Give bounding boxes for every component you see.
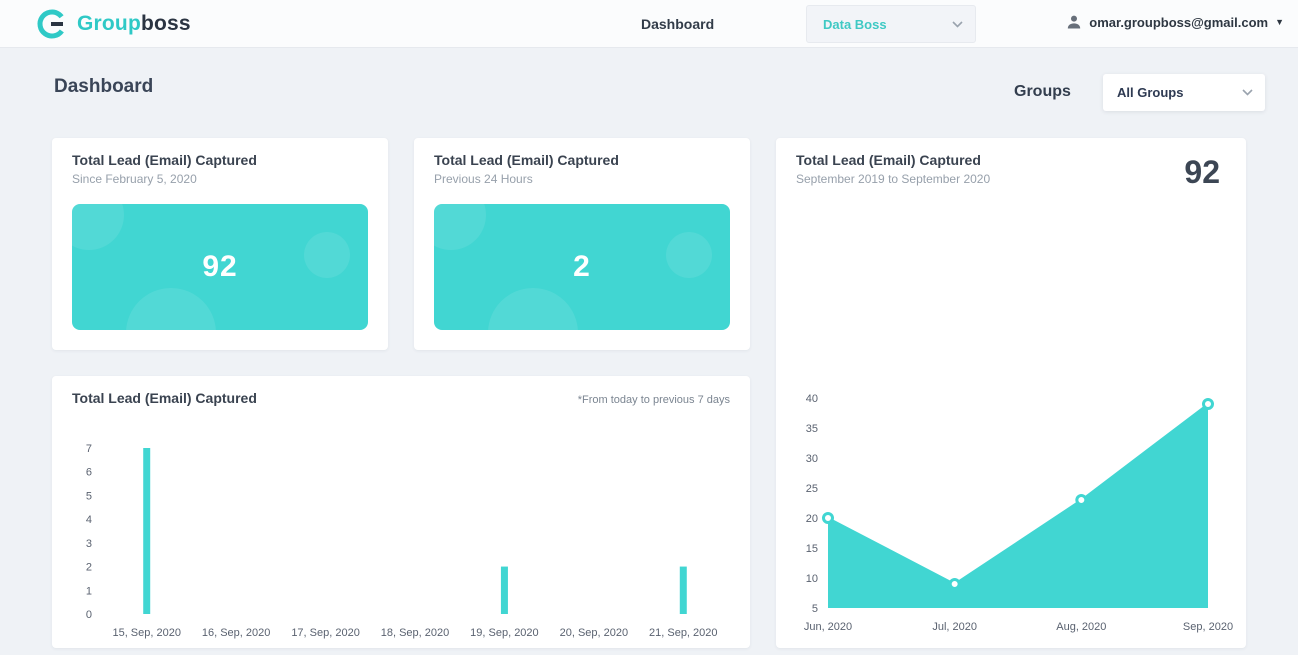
svg-text:1: 1: [86, 585, 92, 597]
svg-text:18, Sep, 2020: 18, Sep, 2020: [381, 627, 450, 639]
svg-text:5: 5: [86, 490, 92, 502]
decorative-circle: [126, 288, 216, 330]
svg-text:30: 30: [806, 453, 818, 465]
weekly-bar-chart: 0 1 2 3 4 5 6 7 15, Sep, 2020 16, Sep, 2020 17, Se…: [86, 443, 718, 639]
svg-text:15, Sep, 2020: 15, Sep, 2020: [112, 627, 181, 639]
svg-text:3: 3: [86, 538, 92, 550]
yearly-area-chart: 5 10 15 20 25 30 35 40 Jun, 2020 Jul, 2020 Aug, 20…: [804, 393, 1233, 633]
decorative-circle: [666, 232, 712, 278]
card-subtitle: September 2019 to September 2020: [796, 172, 991, 186]
svg-text:17, Sep, 2020: 17, Sep, 2020: [291, 627, 360, 639]
metric-box: 2: [434, 204, 730, 330]
svg-text:25: 25: [806, 483, 818, 495]
workspace-select[interactable]: Data Boss: [806, 5, 976, 43]
card-subtitle: Previous 24 Hours: [434, 172, 533, 186]
svg-text:Jul, 2020: Jul, 2020: [932, 621, 977, 633]
groups-select-value: All Groups: [1117, 85, 1184, 100]
svg-text:4: 4: [86, 514, 92, 526]
user-caret-icon: ▼: [1275, 17, 1284, 27]
chart-note: *From today to previous 7 days: [577, 394, 730, 406]
svg-text:40: 40: [806, 393, 818, 405]
person-icon: [1068, 15, 1081, 29]
groups-select[interactable]: All Groups: [1103, 74, 1265, 111]
svg-text:5: 5: [812, 603, 818, 615]
top-header: Groupboss Dashboard Data Boss omar.group…: [0, 0, 1298, 48]
svg-text:6: 6: [86, 467, 92, 479]
groupboss-logo-icon: [37, 9, 67, 39]
decorative-circle: [304, 232, 350, 278]
card-title: Total Lead (Email) Captured: [796, 152, 981, 168]
svg-text:20: 20: [806, 513, 818, 525]
yearly-total-value: 92: [1184, 154, 1220, 190]
svg-text:7: 7: [86, 443, 92, 455]
svg-text:15: 15: [806, 543, 818, 555]
decorative-circle: [488, 288, 578, 330]
chevron-down-icon: [1242, 89, 1253, 96]
user-email: omar.groupboss@gmail.com: [1089, 14, 1269, 30]
metric-value: 92: [202, 250, 238, 283]
svg-text:Sep, 2020: Sep, 2020: [1183, 621, 1233, 633]
svg-text:20, Sep, 2020: 20, Sep, 2020: [560, 627, 629, 639]
groups-label: Groups: [1014, 83, 1071, 100]
user-menu[interactable]: omar.groupboss@gmail.com ▼: [1066, 14, 1284, 30]
chevron-down-icon: [952, 20, 963, 28]
svg-text:19, Sep, 2020: 19, Sep, 2020: [470, 627, 539, 639]
logo[interactable]: Groupboss: [36, 8, 191, 40]
card-weekly-chart: Total Lead (Email) Captured *From today …: [52, 376, 750, 648]
svg-text:16, Sep, 2020: 16, Sep, 2020: [202, 627, 271, 639]
decorative-circle: [72, 204, 124, 250]
card-total-24h: Total Lead (Email) Captured Previous 24 …: [414, 138, 750, 350]
workspace-select-value: Data Boss: [823, 16, 887, 32]
card-title: Total Lead (Email) Captured: [72, 390, 257, 406]
svg-text:10: 10: [806, 573, 818, 585]
svg-text:Aug, 2020: Aug, 2020: [1056, 621, 1106, 633]
svg-text:21, Sep, 2020: 21, Sep, 2020: [649, 627, 718, 639]
card-total-since: Total Lead (Email) Captured Since Februa…: [52, 138, 388, 350]
svg-text:2: 2: [86, 562, 92, 574]
metric-box: 92: [72, 204, 368, 330]
nav-dashboard[interactable]: Dashboard: [641, 16, 714, 32]
page-title: Dashboard: [54, 76, 154, 97]
card-title: Total Lead (Email) Captured: [434, 152, 619, 168]
decorative-circle: [434, 204, 486, 250]
svg-text:Jun, 2020: Jun, 2020: [804, 621, 852, 633]
card-subtitle: Since February 5, 2020: [72, 172, 197, 186]
card-yearly-chart: Total Lead (Email) Captured September 20…: [776, 138, 1246, 648]
card-title: Total Lead (Email) Captured: [72, 152, 257, 168]
svg-text:0: 0: [86, 609, 92, 621]
logo-text: Groupboss: [77, 12, 191, 35]
svg-text:35: 35: [806, 423, 818, 435]
metric-value: 2: [573, 250, 591, 283]
